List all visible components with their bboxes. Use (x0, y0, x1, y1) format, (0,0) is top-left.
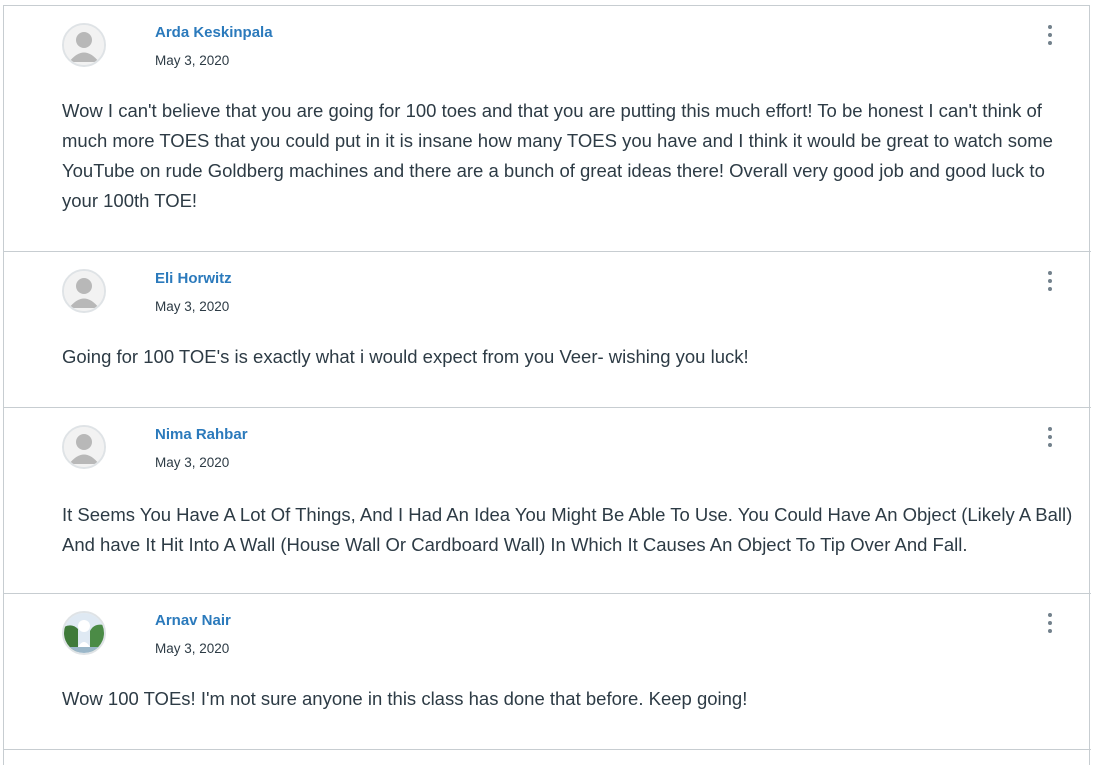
reply-entry: Nima Rahbar May 3, 2020 It Seems You Hav… (4, 408, 1091, 594)
reply-entry: Eli Horwitz May 3, 2020 Going for 100 TO… (4, 252, 1091, 408)
reply-message: Wow I can't believe that you are going f… (62, 100, 1053, 211)
author-name[interactable]: Eli Horwitz (155, 270, 232, 287)
author-name[interactable]: Arda Keskinpala (155, 24, 273, 41)
reply-message: Going for 100 TOE's is exactly what i wo… (62, 346, 749, 367)
photo-avatar[interactable] (62, 611, 106, 655)
more-options-icon[interactable] (1040, 424, 1060, 450)
reply-entry: Arnav Nair May 3, 2020 Wow 100 TOEs! I'm… (4, 594, 1091, 750)
post-date: May 3, 2020 (155, 641, 230, 656)
default-person-icon[interactable] (62, 425, 106, 469)
post-date: May 3, 2020 (155, 53, 230, 68)
post-date: May 3, 2020 (155, 299, 230, 314)
author-name[interactable]: Arnav Nair (155, 612, 231, 629)
default-person-icon[interactable] (62, 23, 106, 67)
discussion-replies: Arda Keskinpala May 3, 2020 Wow I can't … (3, 5, 1091, 765)
reply-message: It Seems You Have A Lot Of Things, And I… (62, 504, 1073, 555)
author-name[interactable]: Nima Rahbar (155, 426, 248, 443)
more-options-icon[interactable] (1040, 268, 1060, 294)
more-options-icon[interactable] (1040, 610, 1060, 636)
default-person-icon[interactable] (62, 269, 106, 313)
more-options-icon[interactable] (1040, 22, 1060, 48)
reply-entry: Arda Keskinpala May 3, 2020 Wow I can't … (4, 6, 1091, 252)
post-date: May 3, 2020 (155, 455, 230, 470)
reply-message: Wow 100 TOEs! I'm not sure anyone in thi… (62, 688, 748, 709)
